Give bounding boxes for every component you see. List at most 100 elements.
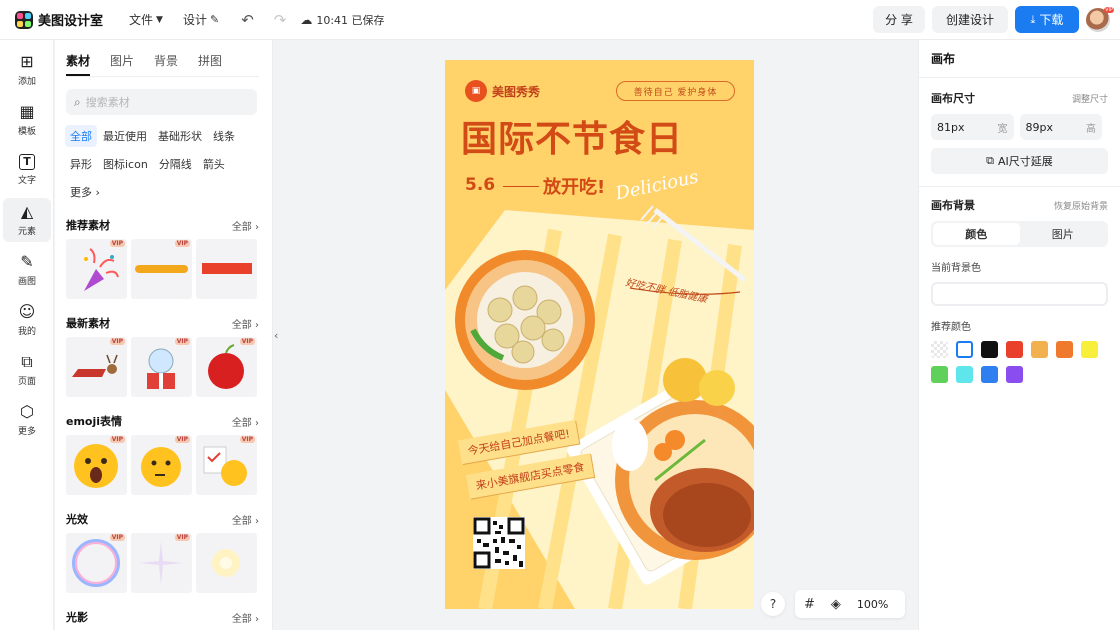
swatch-black[interactable] (981, 341, 998, 358)
resize-link[interactable]: 调整尺寸 (1072, 92, 1108, 105)
section-title: 推荐素材 (66, 219, 110, 232)
vip-badge: VIP (174, 240, 190, 247)
download-button[interactable]: ⤓ 下载 (1015, 6, 1079, 33)
swatch-white[interactable] (956, 341, 973, 358)
redo-icon[interactable]: ↷ (274, 11, 287, 29)
help-button[interactable]: ? (761, 592, 785, 616)
swatch-red[interactable] (1006, 341, 1023, 358)
rail-item-more[interactable]: ⬡ 更多 (3, 398, 51, 442)
grid-icon[interactable]: # (804, 597, 815, 612)
search-input[interactable] (85, 95, 236, 109)
chip-lines[interactable]: 线条 (208, 125, 240, 147)
save-status: ☁ 10:41 已保存 (300, 12, 384, 28)
rail-item-pages[interactable]: ⧉ 页面 (3, 348, 51, 392)
share-button[interactable]: 分 享 (873, 6, 925, 33)
draw-icon: ✎ (20, 252, 34, 271)
swatch-orange[interactable] (1056, 341, 1073, 358)
see-all-link[interactable]: 全部 › (232, 218, 259, 233)
swatch-blue[interactable] (981, 366, 998, 383)
rail-label: 文字 (17, 176, 36, 186)
chip-basic-shapes[interactable]: 基础形状 (153, 125, 207, 147)
chip-irregular[interactable]: 异形 (65, 153, 97, 175)
swatch-green[interactable] (931, 366, 948, 383)
tab-materials[interactable]: 素材 (66, 52, 91, 76)
swatch-cyan[interactable] (956, 366, 973, 383)
tab-divider (66, 76, 259, 77)
pages-icon: ⧉ (21, 352, 33, 371)
save-status-text: 10:41 已保存 (316, 13, 385, 27)
material-thumb[interactable] (196, 533, 257, 593)
chip-recent[interactable]: 最近使用 (98, 125, 152, 147)
see-all-link[interactable]: 全部 › (232, 512, 259, 527)
glow-icon (212, 549, 240, 577)
tab-images[interactable]: 图片 (110, 52, 134, 76)
rail-label: 画图 (17, 277, 36, 287)
chip-icons[interactable]: 图标icon (98, 153, 153, 175)
swatch-purple[interactable] (1006, 366, 1023, 383)
height-field[interactable]: 89px 高 (1019, 114, 1102, 140)
poster-brand-name: 美图秀秀 (492, 84, 541, 99)
section-recommended: 推荐素材 全部 › VIP VIP (66, 217, 272, 299)
top-bar: 美图设计室 文件 ▼ 设计 ✎ ↶ ↷ ☁ 10:41 已保存 分 享 创建设计… (0, 0, 1120, 40)
restore-bg-link[interactable]: 恢复原始背景 (1054, 199, 1108, 212)
design-canvas-poster[interactable]: ▣ 美图秀秀 善待自己 爱护身体 国际不节食日 5.6 放开吃! Delicio… (445, 60, 754, 609)
rail-item-elements[interactable]: ◭ 元素 (3, 198, 51, 242)
material-thumb[interactable]: VIP (66, 239, 127, 299)
see-all-link[interactable]: 全部 › (232, 610, 259, 625)
material-thumb[interactable]: VIP (131, 435, 192, 495)
swatch-light-orange[interactable] (1031, 341, 1048, 358)
rail-item-add[interactable]: ⊞ 添加 (3, 48, 51, 92)
zoom-level[interactable]: 100% (857, 598, 888, 611)
create-design-button[interactable]: 创建设计 (932, 6, 1008, 33)
tab-backgrounds[interactable]: 背景 (154, 52, 178, 76)
current-bg-color-field[interactable] (931, 282, 1108, 306)
vip-badge: VIP (239, 338, 255, 345)
file-menu[interactable]: 文件 ▼ (129, 11, 163, 28)
swatch-yellow[interactable] (1081, 341, 1098, 358)
rail-item-text[interactable]: T 文字 (3, 148, 51, 192)
material-thumb[interactable]: VIP (196, 435, 257, 495)
tab-collage[interactable]: 拼图 (198, 52, 222, 76)
app-logo[interactable]: 美图设计室 (15, 10, 103, 29)
material-thumb[interactable]: VIP (66, 337, 127, 397)
height-value: 89px (1025, 120, 1054, 134)
see-all-link[interactable]: 全部 › (232, 316, 259, 331)
width-field[interactable]: 81px 宽 (931, 114, 1014, 140)
material-thumb[interactable]: VIP (66, 533, 127, 593)
see-all-label: 全部 (231, 319, 252, 331)
material-thumb[interactable] (196, 239, 257, 299)
swatch-transparent[interactable] (931, 341, 948, 358)
bg-tab-color[interactable]: 颜色 (933, 223, 1020, 245)
material-thumb[interactable]: VIP (131, 239, 192, 299)
layers-icon[interactable]: ◈ (831, 597, 841, 612)
design-menu[interactable]: 设计 ✎ (183, 11, 219, 28)
chip-dividers[interactable]: 分隔线 (154, 153, 197, 175)
material-thumb[interactable]: VIP (196, 337, 257, 397)
vip-badge: VIP (239, 436, 255, 443)
avatar[interactable]: VIP (1086, 6, 1114, 32)
rail-item-templates[interactable]: ▦ 模板 (3, 98, 51, 142)
undo-icon[interactable]: ↶ (241, 11, 254, 29)
bg-tab-image[interactable]: 图片 (1020, 223, 1107, 245)
vip-badge: VIP (109, 436, 125, 443)
red-bar-shape (202, 263, 252, 274)
material-thumb[interactable]: VIP (131, 533, 192, 593)
rail-item-mine[interactable]: ☺ 我的 (3, 298, 51, 342)
search-box[interactable]: ⌕ (66, 89, 257, 115)
material-thumb[interactable]: VIP (66, 435, 127, 495)
cube-icon: ⬡ (20, 402, 34, 421)
rail-label: 更多 (17, 427, 36, 437)
chip-arrows[interactable]: 箭头 (198, 153, 230, 175)
rail-item-draw[interactable]: ✎ 画图 (3, 248, 51, 292)
edit-icon: ✎ (209, 13, 220, 26)
ai-resize-button[interactable]: ⧉ AI尺寸延展 (931, 148, 1108, 174)
color-swatches (931, 341, 1111, 391)
see-all-label: 全部 (231, 221, 252, 233)
poster-slogan: 善待自己 爱护身体 (616, 81, 735, 101)
chip-all[interactable]: 全部 (65, 125, 97, 147)
chip-more[interactable]: 更多 › (65, 181, 105, 203)
material-thumb[interactable]: VIP (131, 337, 192, 397)
canvas-bg-label: 画布背景 (931, 199, 975, 212)
collapse-panel-handle[interactable]: ‹ (274, 305, 282, 365)
see-all-link[interactable]: 全部 › (232, 414, 259, 429)
